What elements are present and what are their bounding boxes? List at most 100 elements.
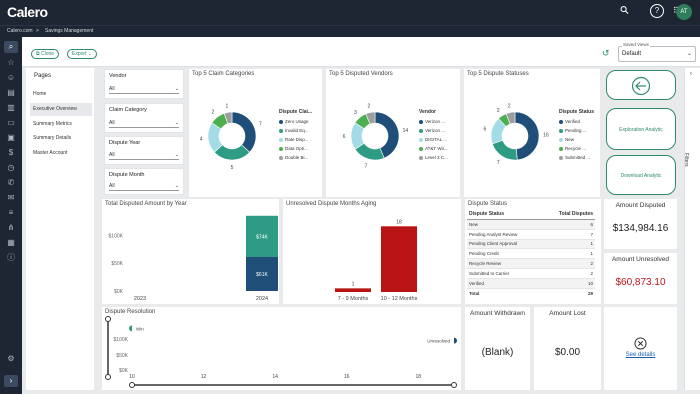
claim-categories-donut[interactable]: 7 5 4 2 1: [197, 101, 267, 171]
chevron-left-icon[interactable]: ‹: [690, 71, 692, 77]
calero-logo[interactable]: Calero: [7, 4, 48, 20]
legend-item[interactable]: Double Bi...: [279, 153, 321, 162]
legend-dot: [419, 137, 423, 142]
claim-category-filter-select[interactable]: All ⌄: [109, 118, 179, 128]
nav-list-icon[interactable]: ≡: [4, 207, 18, 219]
legend-item[interactable]: Invalid Eq...: [279, 126, 321, 135]
page-item-summary-metrics[interactable]: Summary Metrics: [30, 118, 92, 131]
legend-item[interactable]: Verizon ...: [419, 126, 459, 135]
claim-categories-title: Top 5 Claim Categories: [192, 71, 255, 77]
legend-item[interactable]: Zero Usage: [279, 117, 321, 126]
nav-expand-icon[interactable]: ›: [4, 375, 18, 387]
dispute-month-filter-value: All: [109, 183, 115, 189]
download-analytic-button[interactable]: Download Analytic: [606, 155, 676, 195]
legend-dot: [419, 146, 423, 151]
back-button[interactable]: [606, 70, 676, 100]
donut-slice[interactable]: [491, 139, 518, 161]
see-details-card: See details: [604, 307, 677, 390]
nav-phone-icon[interactable]: ✆: [4, 177, 18, 189]
donut-data-label: 7: [259, 122, 262, 128]
slider-handle[interactable]: [105, 374, 111, 380]
table-row[interactable]: New 6: [467, 219, 595, 230]
reset-icon[interactable]: ↺: [602, 48, 610, 59]
nav-grid-icon[interactable]: ▦: [4, 237, 18, 249]
nav-settings-icon[interactable]: ⚙: [4, 353, 18, 365]
see-details-link[interactable]: See details: [604, 352, 677, 358]
filters-pane-tab[interactable]: ‹ Filters: [683, 68, 700, 390]
table-row[interactable]: Pending Analyst Review 7: [467, 229, 595, 240]
slider-handle[interactable]: [105, 316, 111, 322]
disputed-amount-chart[interactable]: $0K $50K $100K 2023 2024 $61K $74K: [102, 199, 279, 304]
legend-item[interactable]: Recycle ...: [559, 144, 599, 153]
bar[interactable]: [335, 288, 371, 292]
page-item-summary-details[interactable]: Summary Details: [30, 132, 92, 145]
table-header-status[interactable]: Dispute Status: [467, 209, 542, 220]
legend-item[interactable]: Data Opti...: [279, 144, 321, 153]
series-point[interactable]: [129, 325, 132, 332]
legend-item[interactable]: Verified: [559, 117, 599, 126]
legend-label: Verizon ...: [425, 128, 446, 133]
claim-categories-card: Top 5 Claim Categories 7 5 4 2 1 Dispute Cla…: [189, 69, 322, 197]
legend-item[interactable]: Submitted ...: [559, 153, 599, 162]
pages-title: Pages: [34, 73, 52, 79]
bar[interactable]: [381, 226, 417, 292]
legend-item[interactable]: Pending ...: [559, 126, 599, 135]
nav-info-icon[interactable]: ⓘ: [4, 252, 18, 264]
legend-dot: [279, 155, 283, 160]
legend-item[interactable]: Level 3 C...: [419, 153, 459, 162]
breadcrumb-home[interactable]: Calero.com: [7, 26, 33, 37]
user-avatar[interactable]: AT: [676, 4, 692, 20]
table-row[interactable]: Pending Client Approval 1: [467, 239, 595, 250]
page-item-home[interactable]: Home: [30, 88, 92, 101]
export-button[interactable]: Export ⌄: [67, 49, 98, 59]
nav-document-icon[interactable]: ▭: [4, 117, 18, 129]
nav-hierarchy-icon[interactable]: ⋔: [4, 222, 18, 234]
page-item-executive-overview[interactable]: Executive Overview: [30, 103, 92, 116]
exploration-analytic-button[interactable]: Exploration Analytic: [606, 108, 676, 150]
vendor-filter-select[interactable]: All ⌄: [109, 84, 179, 94]
table-row[interactable]: Pending Credit 1: [467, 248, 595, 260]
legend-item[interactable]: AT&T Wir...: [419, 144, 459, 153]
legend-item[interactable]: Rate Disp...: [279, 135, 321, 144]
nav-time-icon[interactable]: ◷: [4, 162, 18, 174]
table-row[interactable]: Submitted to Carrier 2: [467, 268, 595, 279]
amount-withdrawn-value: (Blank): [481, 347, 514, 358]
dispute-resolution-chart[interactable]: $0K $50K $100K 10 12 14 16 18 Win Unresolved: [102, 307, 461, 390]
nav-building-icon[interactable]: ▤: [4, 87, 18, 99]
legend-item[interactable]: Verizon ...: [419, 117, 459, 126]
nav-user-icon[interactable]: ☺: [4, 72, 18, 84]
legend-item[interactable]: DIGITAL ...: [419, 135, 459, 144]
donut-slice[interactable]: [231, 111, 257, 153]
dispute-month-filter-select[interactable]: All ⌄: [109, 181, 179, 191]
months-aging-chart[interactable]: 1 7 - 9 Months 18 10 - 12 Months: [283, 199, 461, 304]
table-header-total[interactable]: Total Disputes: [541, 209, 595, 220]
slider-handle[interactable]: [451, 382, 457, 388]
table-row[interactable]: Verified 10: [467, 278, 595, 289]
nav-mail-icon[interactable]: ✉: [4, 192, 18, 204]
donut-data-label: 2: [212, 110, 215, 116]
nav-dollar-icon[interactable]: $: [4, 147, 18, 159]
table-row[interactable]: Recycle Review 2: [467, 258, 595, 269]
disputed-vendors-card: Top 5 Disputed Vendors 14 7 6 3 2 Vendor Ver…: [326, 69, 460, 197]
nav-factory-icon[interactable]: ▥: [4, 102, 18, 114]
legend-dot: [559, 119, 563, 124]
page-item-master-account[interactable]: Master Account: [30, 147, 92, 160]
dispute-month-filter: Dispute Month All ⌄: [104, 168, 184, 195]
nav-image-icon[interactable]: ▣: [4, 132, 18, 144]
help-icon[interactable]: ?: [650, 4, 664, 18]
series-point[interactable]: [454, 337, 457, 344]
nav-search-icon[interactable]: ⌕: [4, 41, 18, 53]
slider-handle[interactable]: [129, 382, 135, 388]
search-icon[interactable]: [620, 4, 629, 19]
donut-slice[interactable]: [514, 111, 540, 161]
saved-views-select[interactable]: Saved Views Default ⌄: [618, 42, 696, 62]
claim-categories-legend: Dispute Clai... Zero Usage Invalid Eq... R…: [279, 109, 321, 162]
legend-item[interactable]: New: [559, 135, 599, 144]
amount-unresolved-title: Amount Unresolved: [611, 256, 670, 263]
nav-star-icon[interactable]: ☆: [4, 57, 18, 69]
clone-button[interactable]: ⧉ Clone: [31, 49, 60, 59]
dispute-statuses-donut[interactable]: 16 7 6 2 2: [480, 101, 550, 171]
dispute-year-filter-select[interactable]: All ⌄: [109, 150, 179, 160]
disputed-vendors-donut[interactable]: 14 7 6 3 2: [340, 101, 410, 171]
table-row[interactable]: Total 29: [467, 288, 595, 298]
